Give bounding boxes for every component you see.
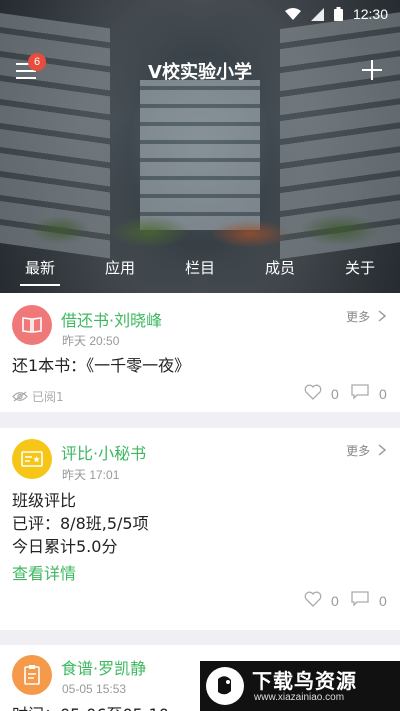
card-content-line: 已评：8/8班,5/5项 <box>12 514 149 533</box>
avatar[interactable] <box>12 655 52 695</box>
tab-bar: 最新 应用 栏目 成员 关于 <box>0 256 400 292</box>
more-label: 更多 <box>346 310 371 324</box>
wifi-icon <box>284 7 301 20</box>
book-icon <box>22 317 42 333</box>
eye-icon <box>12 391 28 402</box>
recipe-clipboard-icon <box>24 665 40 685</box>
card-time: 05-05 15:53 <box>62 682 127 696</box>
read-label: 已阅1 <box>32 390 64 404</box>
page-title: V校实验小学 <box>148 62 252 83</box>
avatar[interactable] <box>12 439 52 479</box>
read-count[interactable]: 已阅1 <box>12 388 64 405</box>
tab-about[interactable]: 关于 <box>320 256 400 292</box>
card-content-line: 今日累计5.0分 <box>12 537 118 556</box>
more-link[interactable]: 更多 <box>346 308 387 325</box>
bird-logo-icon <box>206 667 244 705</box>
card-title[interactable]: 评比·小秘书 <box>61 440 146 464</box>
card-time: 昨天 20:50 <box>62 334 120 348</box>
battery-icon <box>333 7 343 21</box>
chevron-right-icon <box>378 444 387 456</box>
heart-icon[interactable] <box>304 384 322 400</box>
tab-members[interactable]: 成员 <box>240 256 320 292</box>
card-content: 时间：05-06至05-10 <box>12 703 169 711</box>
chevron-right-icon <box>378 310 387 322</box>
watermark-title: 下载鸟资源 <box>252 669 357 693</box>
comment-count: 0 <box>379 593 387 609</box>
card-time: 昨天 17:01 <box>62 468 120 482</box>
card-content: 还1本书：《一千零一夜》 <box>12 356 191 375</box>
comment-icon[interactable] <box>351 591 369 607</box>
card-title[interactable]: 借还书·刘晓峰 <box>61 307 162 331</box>
tab-columns[interactable]: 栏目 <box>160 256 240 292</box>
comment-count: 0 <box>379 386 387 402</box>
trees <box>0 210 400 250</box>
signal-icon <box>310 7 324 21</box>
watermark-url: www.xiazainiao.com <box>254 692 345 703</box>
more-link[interactable]: 更多 <box>346 442 387 459</box>
status-bar: 12:30 <box>0 0 400 28</box>
heart-icon[interactable] <box>304 591 322 607</box>
tab-latest[interactable]: 最新 <box>0 256 80 292</box>
tab-apps[interactable]: 应用 <box>80 256 160 292</box>
more-label: 更多 <box>346 444 371 458</box>
status-time: 12:30 <box>352 6 388 22</box>
like-count: 0 <box>331 386 339 402</box>
header-banner: 12:30 6 V校实验小学 最新 应用 栏目 成员 关于 <box>0 0 400 293</box>
view-details-link[interactable]: 查看详情 <box>12 560 76 584</box>
watermark-banner: 下载鸟资源 www.xiazainiao.com <box>200 661 400 711</box>
add-button[interactable] <box>362 60 382 80</box>
comment-icon[interactable] <box>351 384 369 400</box>
building-center <box>140 80 260 230</box>
like-count: 0 <box>331 593 339 609</box>
rating-card-icon <box>21 451 43 467</box>
avatar[interactable] <box>12 305 52 345</box>
card-title[interactable]: 食谱·罗凯静 <box>61 655 146 679</box>
feed-card[interactable]: 评比·小秘书 昨天 17:01 更多 班级评比 已评：8/8班,5/5项 今日累… <box>0 428 400 630</box>
feed-card[interactable]: 借还书·刘晓峰 昨天 20:50 更多 还1本书：《一千零一夜》 已阅1 0 0 <box>0 293 400 412</box>
card-content-line: 班级评比 <box>12 491 77 510</box>
